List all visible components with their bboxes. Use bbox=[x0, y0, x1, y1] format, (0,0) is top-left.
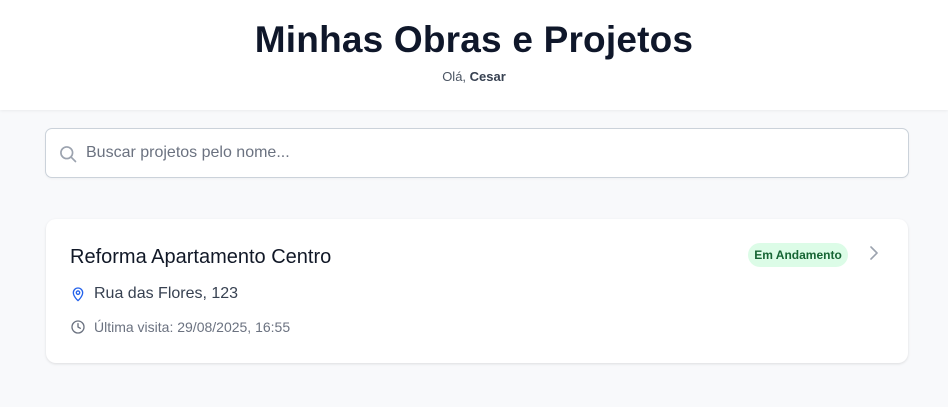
chevron-right-icon[interactable] bbox=[866, 244, 882, 262]
user-name: Cesar bbox=[469, 69, 506, 84]
last-visit-text: Última visita: 29/08/2025, 16:55 bbox=[94, 319, 291, 335]
user-greeting: Olá, Cesar bbox=[0, 69, 948, 84]
project-address: Rua das Flores, 123 bbox=[70, 285, 238, 303]
project-name: Reforma Apartamento Centro bbox=[70, 246, 332, 268]
clock-icon bbox=[71, 320, 85, 334]
address-text: Rua das Flores, 123 bbox=[94, 285, 239, 302]
search-icon bbox=[60, 146, 77, 163]
page-header: Minhas Obras e Projetos Olá, Cesar bbox=[0, 0, 948, 110]
page-title: Minhas Obras e Projetos bbox=[254, 19, 694, 60]
map-pin-icon bbox=[72, 287, 84, 302]
search-input[interactable] bbox=[86, 129, 886, 177]
project-card[interactable]: Reforma Apartamento Centro Em Andamento … bbox=[46, 219, 908, 363]
status-badge: Em Andamento bbox=[748, 243, 848, 267]
project-last-visit: Última visita: 29/08/2025, 16:55 bbox=[70, 319, 290, 335]
greeting-prefix: Olá, bbox=[442, 69, 467, 84]
search-box[interactable] bbox=[45, 128, 909, 178]
